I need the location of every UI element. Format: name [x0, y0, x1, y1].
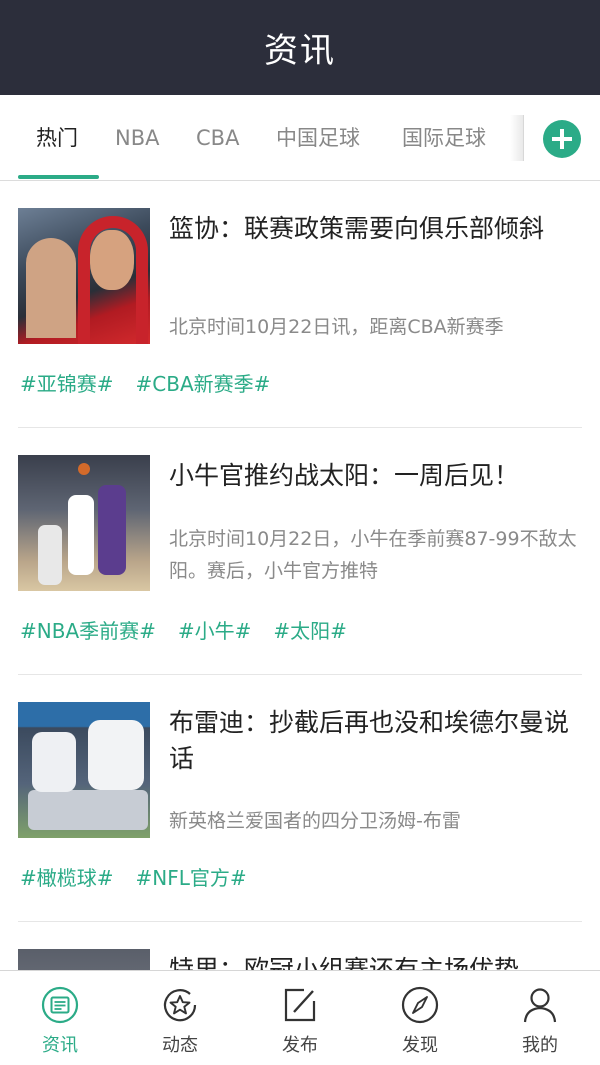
- article-title[interactable]: 布雷迪：抄截后再也没和埃德尔曼说话: [169, 705, 579, 777]
- nav-label-feed: 动态: [162, 1035, 198, 1056]
- tab-international-football[interactable]: 国际足球: [402, 95, 486, 181]
- player-figure: [26, 238, 76, 338]
- article-thumbnail: [18, 702, 150, 838]
- nav-item-feed[interactable]: 动态: [120, 971, 240, 1065]
- article-thumbnail: [18, 455, 150, 591]
- player-figure: [90, 230, 134, 290]
- topic-tag[interactable]: #CBA新赛季#: [136, 368, 271, 398]
- divider: [18, 921, 582, 922]
- top-app-bar: 资讯: [0, 0, 600, 95]
- article-tags: #橄榄球# #NFL官方#: [20, 862, 247, 892]
- topic-tag[interactable]: #小牛#: [178, 615, 252, 645]
- player-figure: [28, 790, 148, 830]
- page-title: 资讯: [264, 31, 336, 71]
- topic-tag[interactable]: #橄榄球#: [20, 862, 114, 892]
- tab-hot[interactable]: 热门: [36, 95, 78, 181]
- player-figure: [88, 720, 144, 790]
- nav-item-me[interactable]: 我的: [480, 971, 600, 1065]
- topic-tag[interactable]: #太阳#: [273, 615, 347, 645]
- topic-tag[interactable]: #NFL官方#: [136, 862, 247, 892]
- tab-cba[interactable]: CBA: [196, 95, 239, 181]
- topic-tag[interactable]: #亚锦赛#: [20, 368, 114, 398]
- tabs-scroll-fade: [510, 115, 524, 161]
- star-circle-icon: [163, 989, 197, 1022]
- article-summary: 北京时间10月22日讯，距离CBA新赛季: [169, 316, 504, 338]
- tab-nba[interactable]: NBA: [115, 95, 159, 181]
- article-thumbnail: [18, 949, 150, 970]
- article-tags: #NBA季前赛# #小牛# #太阳#: [20, 615, 347, 645]
- player-figure: [68, 495, 94, 575]
- edit-icon: [284, 988, 316, 1022]
- compass-icon: [401, 986, 439, 1024]
- article-summary: 新英格兰爱国者的四分卫汤姆-布雷: [169, 810, 461, 832]
- news-feed[interactable]: 篮协：联赛政策需要向俱乐部倾斜 北京时间10月22日讯，距离CBA新赛季 #亚锦…: [0, 181, 600, 970]
- nav-item-news[interactable]: 资讯: [0, 971, 120, 1065]
- nav-label-post: 发布: [282, 1035, 318, 1056]
- bottom-navigation: 资讯 动态 发布 发现 我的: [0, 970, 600, 1065]
- person-icon: [523, 988, 557, 1023]
- nav-label-me: 我的: [522, 1035, 558, 1056]
- nav-item-post[interactable]: 发布: [240, 971, 360, 1065]
- article-title[interactable]: 小牛官推约战太阳：一周后见！: [169, 458, 579, 494]
- active-tab-indicator: [18, 175, 99, 179]
- article-tags: #亚锦赛# #CBA新赛季#: [20, 368, 270, 398]
- divider: [18, 674, 582, 675]
- plus-circle-icon[interactable]: [543, 120, 581, 158]
- article-summary: 北京时间10月22日，小牛在季前赛87-99不敌太阳。赛后，小牛官方推特: [169, 528, 577, 582]
- topic-tag[interactable]: #NBA季前赛#: [20, 615, 156, 645]
- player-figure: [98, 485, 126, 575]
- player-figure: [38, 525, 62, 585]
- category-tabs: 热门 NBA CBA 中国足球 国际足球: [0, 95, 600, 181]
- article-title[interactable]: 篮协：联赛政策需要向俱乐部倾斜: [169, 211, 579, 247]
- news-icon: [41, 986, 79, 1024]
- article-thumbnail: [18, 208, 150, 344]
- nav-label-discover: 发现: [402, 1035, 438, 1056]
- player-figure: [32, 732, 76, 792]
- divider: [18, 427, 582, 428]
- tab-china-football[interactable]: 中国足球: [276, 95, 360, 181]
- nav-item-discover[interactable]: 发现: [360, 971, 480, 1065]
- article-title[interactable]: 特里：欧冠小组赛还有主场优势: [169, 952, 579, 970]
- basketball-shape: [78, 463, 90, 475]
- nav-label-news: 资讯: [42, 1035, 78, 1056]
